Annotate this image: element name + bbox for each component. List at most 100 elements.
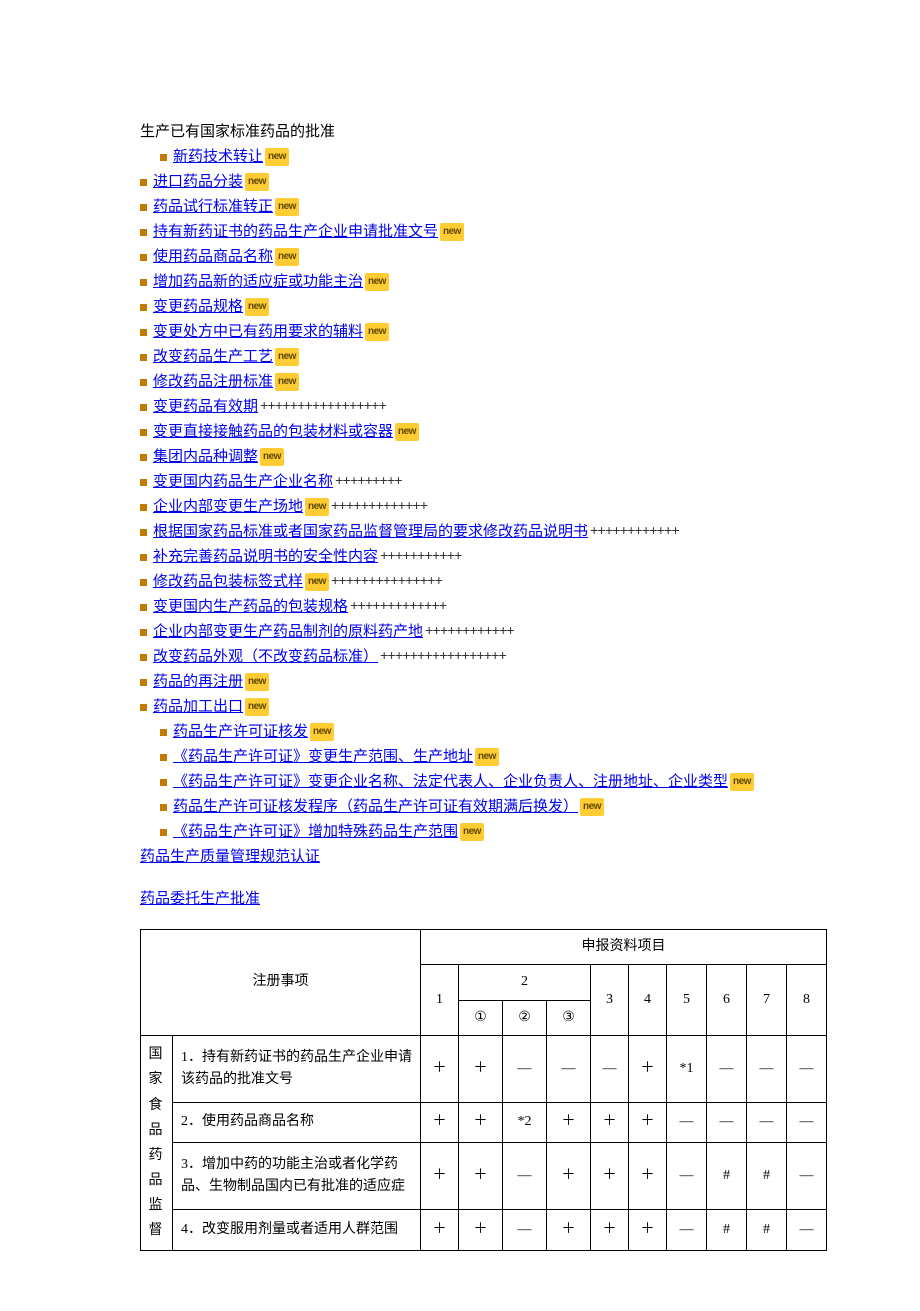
- bullet-icon: [140, 429, 147, 436]
- bullet-icon: [160, 154, 167, 161]
- doc-link[interactable]: 改变药品外观（不改变药品标准）: [153, 645, 378, 669]
- cell: —: [787, 1143, 827, 1210]
- cell: —: [667, 1143, 707, 1210]
- bullet-icon: [160, 729, 167, 736]
- cell: —: [503, 1036, 547, 1103]
- link-row: 变更处方中已有药用要求的辅料new: [140, 320, 780, 344]
- cell: ＋: [547, 1102, 591, 1143]
- bullet-icon: [160, 804, 167, 811]
- bullet-icon: [140, 529, 147, 536]
- page-title: 生产已有国家标准药品的批准: [140, 120, 780, 144]
- bullet-icon: [140, 254, 147, 261]
- suffix-text: +++++++++++++++++: [260, 396, 386, 418]
- link-row: 药品加工出口new: [140, 695, 780, 719]
- cell: —: [707, 1102, 747, 1143]
- doc-link[interactable]: 《药品生产许可证》变更生产范围、生产地址: [173, 745, 473, 769]
- doc-link[interactable]: 药品加工出口: [153, 695, 243, 719]
- doc-link[interactable]: 修改药品包装标签式样: [153, 570, 303, 594]
- cell: —: [787, 1209, 827, 1250]
- cell: —: [503, 1209, 547, 1250]
- doc-link[interactable]: 新药技术转让: [173, 145, 263, 169]
- link-row: 改变药品外观（不改变药品标准）+++++++++++++++++: [140, 645, 780, 669]
- new-badge-icon: new: [475, 748, 499, 766]
- doc-link[interactable]: 变更药品规格: [153, 295, 243, 319]
- cell: ＋: [629, 1143, 667, 1210]
- new-badge-icon: new: [245, 673, 269, 691]
- cell: ＋: [591, 1209, 629, 1250]
- link-row: 《药品生产许可证》增加特殊药品生产范围new: [160, 820, 780, 844]
- bullet-icon: [140, 604, 147, 611]
- col-2-3: ③: [547, 1000, 591, 1035]
- doc-link[interactable]: 《药品生产许可证》变更企业名称、法定代表人、企业负责人、注册地址、企业类型: [173, 770, 728, 794]
- cell: #: [707, 1209, 747, 1250]
- doc-link[interactable]: 变更药品有效期: [153, 395, 258, 419]
- link-row: 改变药品生产工艺new: [140, 345, 780, 369]
- bullet-icon: [140, 279, 147, 286]
- doc-link[interactable]: 药品试行标准转正: [153, 195, 273, 219]
- bullet-icon: [140, 404, 147, 411]
- row-label: 1．持有新药证书的药品生产企业申请该药品的批准文号: [173, 1036, 421, 1103]
- bullet-icon: [140, 329, 147, 336]
- new-badge-icon: new: [265, 148, 289, 166]
- bullet-icon: [140, 579, 147, 586]
- cell: —: [787, 1036, 827, 1103]
- link-list: 新药技术转让new进口药品分装new药品试行标准转正new持有新药证书的药品生产…: [140, 145, 780, 844]
- new-badge-icon: new: [305, 573, 329, 591]
- suffix-text: +++++++++++: [380, 546, 461, 568]
- doc-link[interactable]: 修改药品注册标准: [153, 370, 273, 394]
- bullet-icon: [140, 504, 147, 511]
- link-row: 新药技术转让new: [160, 145, 780, 169]
- doc-link[interactable]: 企业内部变更生产场地: [153, 495, 303, 519]
- doc-link[interactable]: 药品生产许可证核发: [173, 720, 308, 744]
- cell: #: [707, 1143, 747, 1210]
- cell: #: [747, 1209, 787, 1250]
- table-row: 4．改变服用剂量或者适用人群范围＋＋—＋＋＋—##—: [141, 1209, 827, 1250]
- doc-link[interactable]: 药品生产许可证核发程序（药品生产许可证有效期满后换发）: [173, 795, 578, 819]
- cell: ＋: [421, 1036, 459, 1103]
- row-label: 4．改变服用剂量或者适用人群范围: [173, 1209, 421, 1250]
- link-row: 使用药品商品名称new: [140, 245, 780, 269]
- cell: ＋: [459, 1102, 503, 1143]
- link-row: 持有新药证书的药品生产企业申请批准文号new: [140, 220, 780, 244]
- bullet-icon: [140, 229, 147, 236]
- entrust-prod-link[interactable]: 药品委托生产批准: [140, 891, 260, 907]
- doc-link[interactable]: 变更直接接触药品的包装材料或容器: [153, 420, 393, 444]
- doc-link[interactable]: 持有新药证书的药品生产企业申请批准文号: [153, 220, 438, 244]
- link-row: 变更药品规格new: [140, 295, 780, 319]
- doc-link[interactable]: 变更国内生产药品的包装规格: [153, 595, 348, 619]
- new-badge-icon: new: [395, 423, 419, 441]
- table-row: 3．增加中药的功能主治或者化学药品、生物制品国内已有批准的适应症＋＋—＋＋＋—#…: [141, 1143, 827, 1210]
- doc-link[interactable]: 集团内品种调整: [153, 445, 258, 469]
- doc-link[interactable]: 根据国家药品标准或者国家药品监督管理局的要求修改药品说明书: [153, 520, 588, 544]
- table-row: 国家食品药品监督1．持有新药证书的药品生产企业申请该药品的批准文号＋＋———＋*…: [141, 1036, 827, 1103]
- link-row: 变更国内药品生产企业名称+++++++++: [140, 470, 780, 494]
- new-badge-icon: new: [440, 223, 464, 241]
- doc-link[interactable]: 使用药品商品名称: [153, 245, 273, 269]
- suffix-text: +++++++++++++: [350, 596, 446, 618]
- cell: —: [547, 1036, 591, 1103]
- new-badge-icon: new: [310, 723, 334, 741]
- doc-link[interactable]: 改变药品生产工艺: [153, 345, 273, 369]
- doc-link[interactable]: 变更国内药品生产企业名称: [153, 470, 333, 494]
- doc-link[interactable]: 《药品生产许可证》增加特殊药品生产范围: [173, 820, 458, 844]
- cell: #: [747, 1143, 787, 1210]
- cell: —: [667, 1102, 707, 1143]
- cell: ＋: [459, 1143, 503, 1210]
- link-row: 药品试行标准转正new: [140, 195, 780, 219]
- link-row: 企业内部变更生产药品制剂的原料药产地++++++++++++: [140, 620, 780, 644]
- col-2-2: ②: [503, 1000, 547, 1035]
- hdr-reg-item: 注册事项: [141, 930, 421, 1036]
- doc-link[interactable]: 变更处方中已有药用要求的辅料: [153, 320, 363, 344]
- suffix-text: +++++++++: [335, 471, 402, 493]
- doc-link[interactable]: 补充完善药品说明书的安全性内容: [153, 545, 378, 569]
- cell: —: [747, 1036, 787, 1103]
- new-badge-icon: new: [365, 323, 389, 341]
- cell: ＋: [421, 1102, 459, 1143]
- section-link-2: 药品委托生产批准: [140, 887, 780, 911]
- gmp-cert-link[interactable]: 药品生产质量管理规范认证: [140, 849, 320, 865]
- doc-link[interactable]: 增加药品新的适应症或功能主治: [153, 270, 363, 294]
- doc-link[interactable]: 药品的再注册: [153, 670, 243, 694]
- doc-link[interactable]: 进口药品分装: [153, 170, 243, 194]
- doc-link[interactable]: 企业内部变更生产药品制剂的原料药产地: [153, 620, 423, 644]
- link-row: 《药品生产许可证》变更企业名称、法定代表人、企业负责人、注册地址、企业类型new: [160, 770, 780, 794]
